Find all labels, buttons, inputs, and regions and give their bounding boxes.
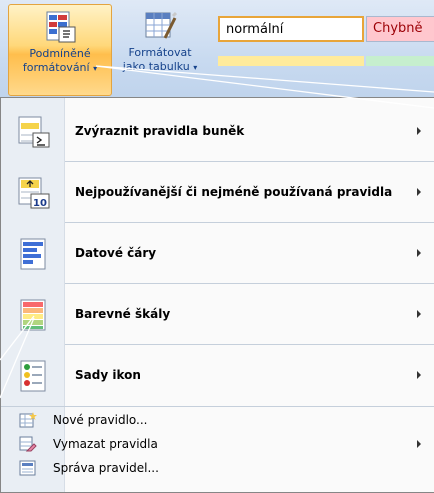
menu-item-label: Vymazat pravidla [53, 437, 158, 451]
conditional-formatting-menu: Zvýraznit pravidla buněk 10 Nejpoužívaně… [0, 97, 434, 493]
submenu-arrow-icon [417, 371, 421, 379]
submenu-arrow-icon [417, 127, 421, 135]
menu-item-label: Nové pravidlo... [53, 413, 148, 427]
menu-item-label: Zvýraznit pravidla buněk [75, 124, 245, 138]
style-good[interactable] [366, 56, 434, 66]
menu-item-icon-sets[interactable]: Sady ikon [1, 345, 434, 405]
format-as-table-dropdown-icon: ▾ [193, 63, 198, 72]
style-neutral[interactable] [218, 56, 364, 66]
conditional-formatting-dropdown-icon: ▾ [93, 64, 98, 73]
style-bad[interactable]: Chybně [366, 16, 434, 42]
highlight-cells-rules-icon [18, 116, 50, 148]
menu-separator [1, 406, 434, 407]
format-as-table-icon [145, 11, 177, 39]
menu-item-label: Správa pravidel... [53, 461, 159, 475]
conditional-formatting-label-line2: formátování [22, 61, 90, 74]
menu-item-clear-rules[interactable]: Vymazat pravidla [1, 433, 434, 455]
submenu-arrow-icon [417, 310, 421, 318]
icon-sets-icon [20, 360, 46, 392]
menu-item-label: Nejpoužívanější či nejméně používaná pra… [75, 185, 393, 199]
style-normal[interactable]: normální [218, 16, 364, 42]
manage-rules-icon [19, 460, 36, 476]
menu-item-highlight-cells-rules[interactable]: Zvýraznit pravidla buněk [1, 101, 434, 161]
menu-item-label: Datové čáry [75, 246, 157, 260]
color-scales-icon [20, 299, 46, 331]
clear-rules-icon [19, 436, 37, 452]
ribbon-styles-group: Podmíněné formátování ▾ Formátovat jako … [0, 0, 434, 100]
conditional-formatting-button[interactable]: Podmíněné formátování ▾ [8, 4, 112, 96]
menu-item-new-rule[interactable]: Nové pravidlo... [1, 409, 434, 431]
data-bars-icon [20, 238, 46, 270]
new-rule-icon [19, 412, 37, 428]
menu-item-manage-rules[interactable]: Správa pravidel... [1, 457, 434, 479]
submenu-arrow-icon [417, 249, 421, 257]
svg-text:10: 10 [33, 198, 47, 209]
menu-item-color-scales[interactable]: Barevné škály [1, 284, 434, 344]
conditional-formatting-label-line1: Podmíněné [29, 47, 91, 60]
format-as-table-label-line2: jako tabulku [122, 60, 190, 73]
top-bottom-rules-icon: 10 [18, 177, 50, 209]
submenu-arrow-icon [417, 440, 421, 448]
format-as-table-button[interactable]: Formátovat jako tabulku ▾ [112, 4, 208, 96]
menu-item-label: Sady ikon [75, 368, 141, 382]
format-as-table-label-line1: Formátovat [128, 46, 192, 59]
menu-item-data-bars[interactable]: Datové čáry [1, 223, 434, 283]
submenu-arrow-icon [417, 188, 421, 196]
menu-item-label: Barevné škály [75, 307, 171, 321]
conditional-formatting-icon [46, 11, 76, 43]
menu-item-top-bottom-rules[interactable]: 10 Nejpoužívanější či nejméně používaná … [1, 162, 434, 222]
